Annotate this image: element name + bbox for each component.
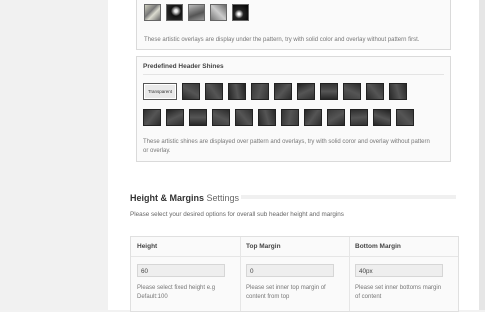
divider <box>143 74 444 75</box>
shine-swatch[interactable] <box>389 83 407 100</box>
shine-selected-label: Transparent <box>147 89 173 94</box>
field-bottom-margin: Bottom Margin 40px Please set inner bott… <box>349 237 458 311</box>
height-margins-fields: Height 60 Please select fixed height e.g… <box>130 236 459 312</box>
field-note: Please select fixed height e.g Default:1… <box>137 285 216 300</box>
header-shines-box: Predefined Header Shines Transparent The… <box>136 56 451 162</box>
field-height: Height 60 Please select fixed height e.g… <box>131 237 241 311</box>
overlay-swatch-row <box>144 4 249 21</box>
shine-swatch[interactable] <box>304 109 322 126</box>
shine-swatch[interactable] <box>366 83 384 100</box>
bottom-margin-input[interactable]: 40px <box>355 264 443 277</box>
overlay-options-box: These artistic overlays are display unde… <box>136 0 451 50</box>
section-title-light: Settings <box>206 193 240 203</box>
shine-swatch[interactable] <box>228 83 246 100</box>
field-title: Height <box>137 243 158 250</box>
field-title: Top Margin <box>246 243 281 250</box>
shine-swatch[interactable] <box>235 109 253 126</box>
shine-swatch[interactable] <box>373 109 391 126</box>
left-sidebar-gutter <box>0 0 109 310</box>
shines-note: These artistic shines are displayed over… <box>143 139 430 154</box>
shine-swatch[interactable] <box>396 109 414 126</box>
divider <box>131 256 240 257</box>
shine-swatch[interactable] <box>182 83 200 100</box>
overlay-swatch[interactable] <box>210 4 227 21</box>
section-title: Height & Margins Settings <box>130 193 239 203</box>
section-description: Please select your desired options for o… <box>130 211 344 218</box>
overlay-swatch[interactable] <box>232 4 249 21</box>
section-title-bold: Height & Margins <box>130 193 205 203</box>
overlay-swatch[interactable] <box>188 4 205 21</box>
shine-swatch[interactable] <box>350 109 368 126</box>
shine-swatch[interactable] <box>212 109 230 126</box>
overlay-swatch[interactable] <box>166 4 183 21</box>
shine-swatch[interactable] <box>343 83 361 100</box>
shine-swatch[interactable] <box>166 109 184 126</box>
overlay-swatch[interactable] <box>144 4 161 21</box>
height-input[interactable]: 60 <box>137 264 225 277</box>
field-note: Please set inner bottoms margin of conte… <box>355 285 442 300</box>
divider <box>349 256 458 257</box>
section-divider <box>241 195 456 199</box>
shine-swatch[interactable] <box>297 83 315 100</box>
shine-swatch[interactable] <box>274 83 292 100</box>
shine-swatch[interactable] <box>143 109 161 126</box>
shine-swatch[interactable] <box>320 83 338 100</box>
shine-swatch-transparent[interactable]: Transparent <box>143 83 177 100</box>
field-top-margin: Top Margin 0 Please set inner top margin… <box>240 237 350 311</box>
shine-swatch[interactable] <box>327 109 345 126</box>
shine-swatch[interactable] <box>281 109 299 126</box>
shine-swatch-row <box>143 109 414 126</box>
field-title: Bottom Margin <box>355 243 401 250</box>
settings-panel: These artistic overlays are display unde… <box>108 0 479 312</box>
shines-title: Predefined Header Shines <box>143 63 224 70</box>
shine-swatch[interactable] <box>251 83 269 100</box>
overlay-note: These artistic overlays are display unde… <box>144 37 420 43</box>
divider <box>240 256 349 257</box>
shine-swatch[interactable] <box>205 83 223 100</box>
shine-swatch[interactable] <box>258 109 276 126</box>
shine-swatch[interactable] <box>189 109 207 126</box>
scrollbar-track[interactable] <box>479 0 485 310</box>
shine-swatch-row: Transparent <box>143 83 407 100</box>
top-margin-input[interactable]: 0 <box>246 264 334 277</box>
field-note: Please set inner top margin of content f… <box>246 285 326 300</box>
